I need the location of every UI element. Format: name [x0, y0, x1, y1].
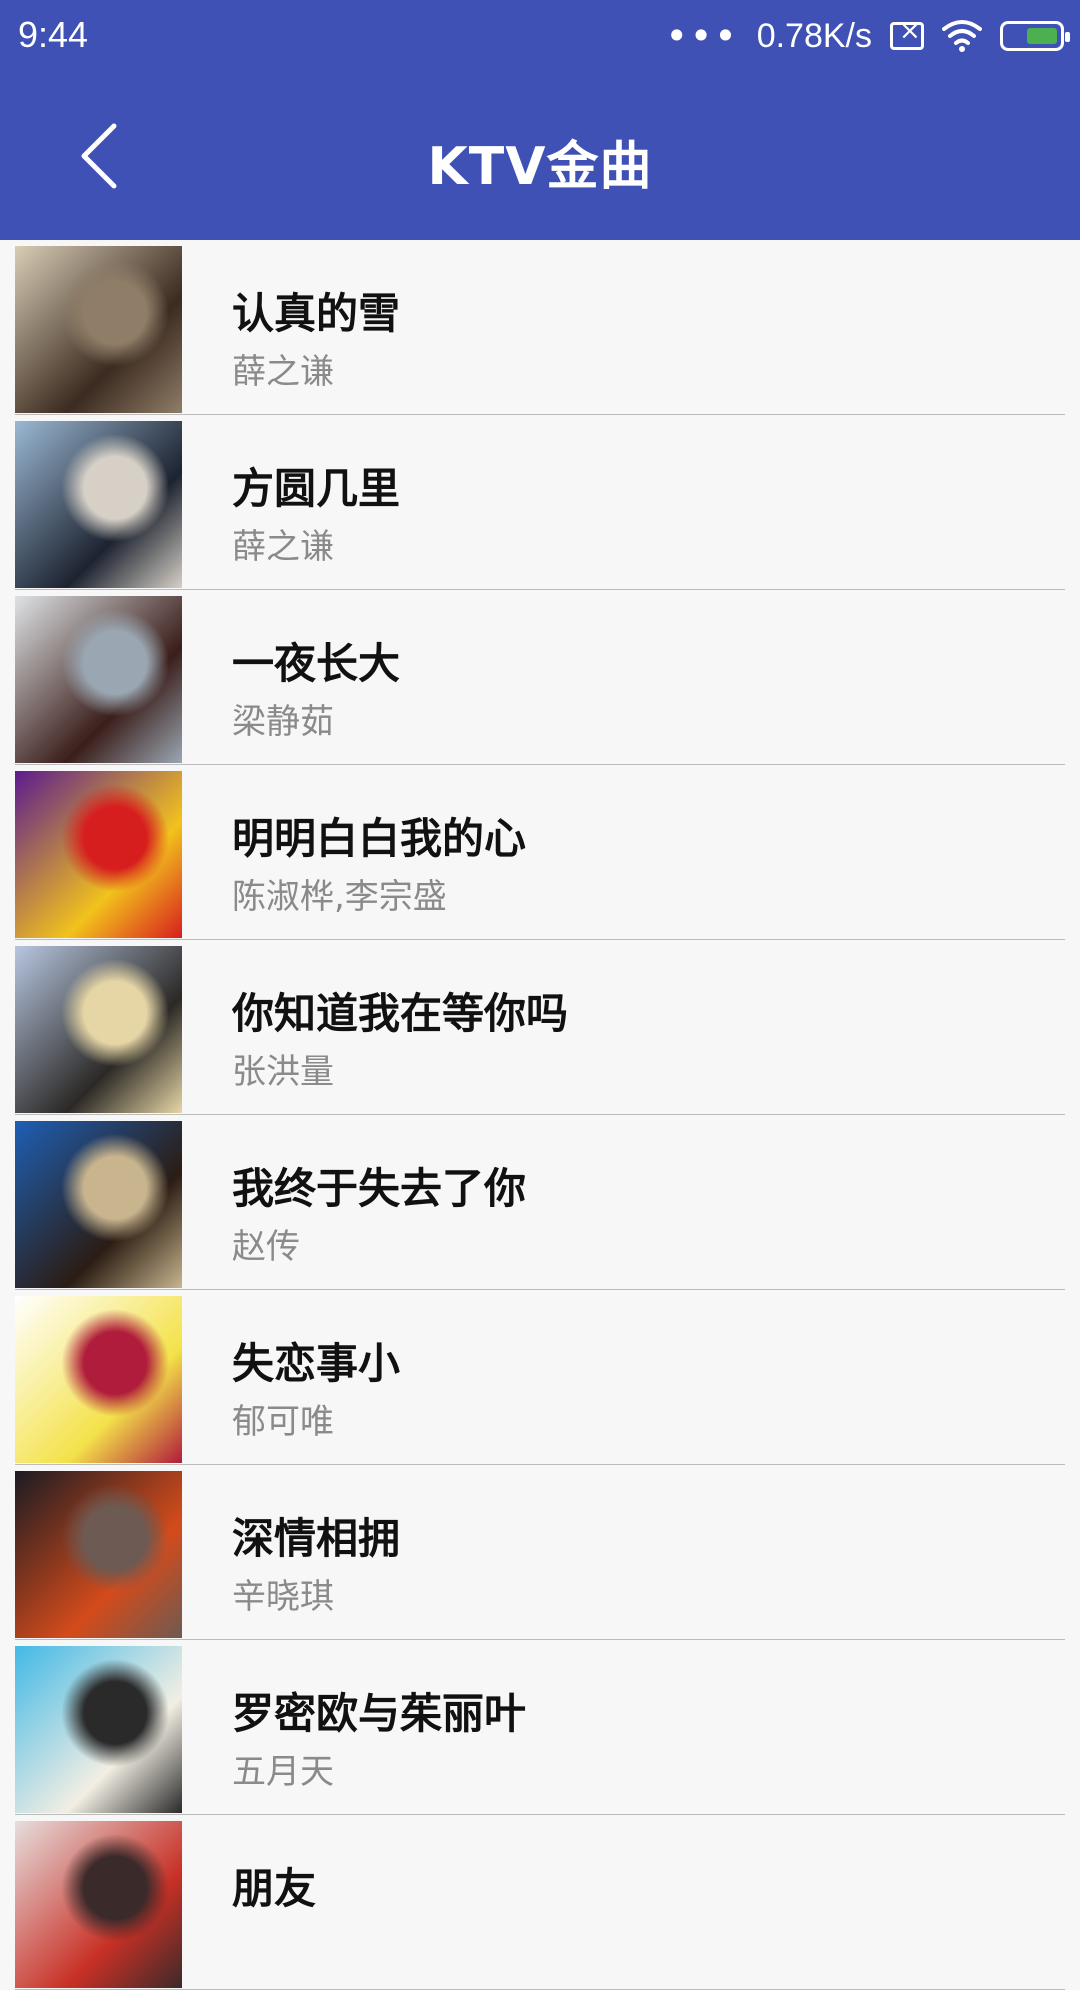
song-artist: 梁静茹 [232, 702, 334, 742]
song-item[interactable]: 深情相拥 辛晓琪 [0, 1465, 1080, 1640]
album-cover-image [15, 1121, 182, 1288]
battery-level [1027, 28, 1057, 44]
song-item[interactable]: 你知道我在等你吗张洪量 [0, 940, 1080, 1115]
song-title: 方圆几里 [232, 464, 401, 513]
network-x-icon [890, 16, 924, 50]
album-cover-image [15, 246, 182, 413]
song-artist: 薛之谦 [232, 527, 334, 567]
song-artist: 五月天 [232, 1752, 334, 1792]
song-title: 明明白白我的心 [232, 814, 527, 863]
song-title: 认真的雪 [232, 289, 401, 338]
song-title: 一夜长大 [232, 639, 401, 688]
song-list: 认真的雪 薛之谦 方圆几里 薛之谦 一夜长大 梁静茹 明明白白我的心 陈淑桦,李宗盛 你知道我在… [0, 240, 1080, 1990]
song-item[interactable]: 我终于失去了你 赵传 [0, 1115, 1080, 1290]
song-title: 我终于失去了你 [232, 1164, 527, 1213]
album-cover-image [15, 1296, 182, 1463]
song-item[interactable]: 失恋事小 郁可唯 [0, 1290, 1080, 1465]
album-cover-image [15, 1471, 182, 1638]
song-item[interactable]: 认真的雪 薛之谦 [0, 240, 1080, 415]
album-cover-image [15, 421, 182, 588]
song-title: 失恋事小 [232, 1339, 401, 1388]
song-item[interactable]: 一夜长大 梁静茹 [0, 590, 1080, 765]
song-artist: 张洪量 [232, 1052, 334, 1092]
more-dots-icon: ••• [665, 14, 739, 58]
app-bar: KTV金曲 [0, 72, 1080, 240]
network-speed: 0.78K/s [756, 16, 872, 55]
song-item[interactable]: 明明白白我的心陈淑桦,李宗盛 [0, 765, 1080, 940]
album-cover-image [15, 1646, 182, 1813]
song-title: 朋友 [232, 1864, 317, 1913]
song-title: 罗密欧与茱丽叶 [232, 1689, 527, 1738]
album-cover-image [15, 946, 182, 1113]
album-cover-image [15, 771, 182, 938]
song-item[interactable]: 朋友 [0, 1815, 1080, 1990]
album-cover-image [15, 596, 182, 763]
battery-tip [1065, 32, 1070, 42]
album-cover-image [15, 1821, 182, 1988]
song-title: 深情相拥 [232, 1514, 401, 1563]
song-artist: 郁可唯 [232, 1402, 334, 1442]
song-artist: 赵传 [232, 1227, 300, 1267]
song-title: 你知道我在等你吗 [232, 989, 569, 1038]
status-time: 9:44 [18, 14, 89, 55]
battery-charging-icon [1000, 21, 1070, 51]
status-icons: ••• 0.78K/s [665, 14, 1070, 58]
song-artist: 陈淑桦,李宗盛 [232, 877, 447, 917]
song-artist: 辛晓琪 [232, 1577, 334, 1617]
song-item[interactable]: 罗密欧与茱丽叶五月天 [0, 1640, 1080, 1815]
status-bar: 9:44 ••• 0.78K/s [0, 0, 1080, 72]
wifi-icon [942, 20, 982, 52]
page-title: KTV金曲 [427, 137, 653, 197]
song-item[interactable]: 方圆几里 薛之谦 [0, 415, 1080, 590]
song-artist: 薛之谦 [232, 352, 334, 392]
